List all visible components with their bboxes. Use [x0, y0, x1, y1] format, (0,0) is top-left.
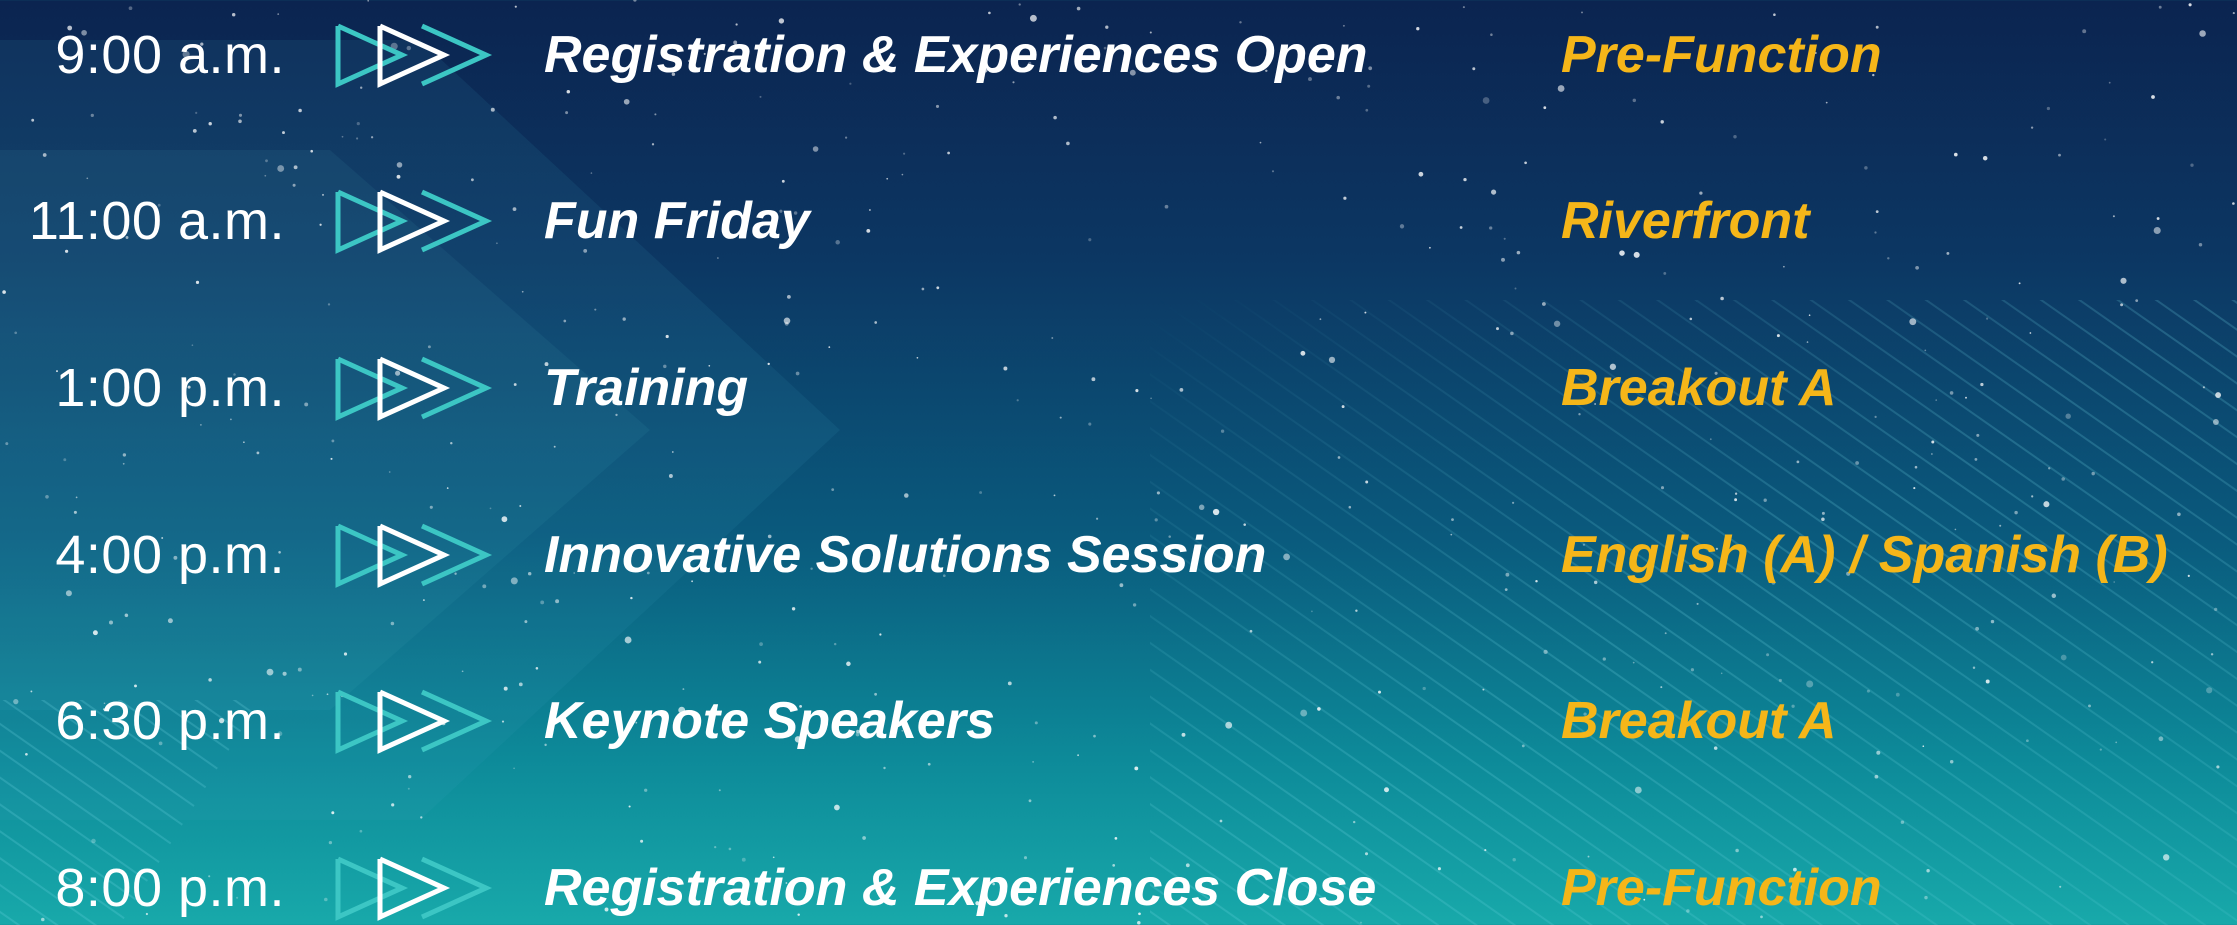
session-title: Keynote Speakers	[544, 692, 995, 750]
session-title: Training	[544, 359, 749, 417]
session-title: Fun Friday	[544, 192, 810, 250]
schedule-time: 4:00 p.m.	[55, 525, 285, 585]
session-title: Registration & Experiences Open	[544, 26, 1368, 84]
schedule-row-3: 1:00 p.m. Training Breakout A	[0, 333, 2237, 443]
session-location: English (A) / Spanish (B)	[1561, 526, 2168, 584]
session-location: Pre-Function	[1561, 26, 1882, 84]
double-chevron-right-icon	[335, 356, 493, 421]
schedule-time: 6:30 p.m.	[55, 691, 285, 751]
session-location: Riverfront	[1561, 192, 1810, 250]
session-location: Breakout A	[1561, 692, 1837, 750]
double-chevron-right-icon	[335, 523, 493, 588]
session-title: Registration & Experiences Close	[544, 859, 1377, 917]
schedule-row-2: 11:00 a.m. Fun Friday Riverfront	[0, 166, 2237, 276]
schedule-time: 11:00 a.m.	[28, 191, 285, 251]
double-chevron-right-icon	[335, 689, 493, 754]
schedule-time: 9:00 a.m.	[55, 25, 285, 85]
schedule-row-1: 9:00 a.m. Registration & Experiences Ope…	[0, 0, 2237, 110]
double-chevron-right-icon	[335, 23, 493, 88]
double-chevron-right-icon	[335, 856, 493, 921]
session-title: Innovative Solutions Session	[544, 526, 1267, 584]
session-location: Breakout A	[1561, 359, 1837, 417]
schedule-time: 8:00 p.m.	[55, 858, 285, 918]
schedule-row-4: 4:00 p.m. Innovative Solutions Session E…	[0, 500, 2237, 610]
schedule-row-5: 6:30 p.m. Keynote Speakers Breakout A	[0, 666, 2237, 776]
starfield-background	[0, 0, 2237, 925]
double-chevron-right-icon	[335, 189, 493, 254]
schedule-row-6: 8:00 p.m. Registration & Experiences Clo…	[0, 833, 2237, 925]
session-location: Pre-Function	[1561, 859, 1882, 917]
schedule-time: 1:00 p.m.	[55, 358, 285, 418]
